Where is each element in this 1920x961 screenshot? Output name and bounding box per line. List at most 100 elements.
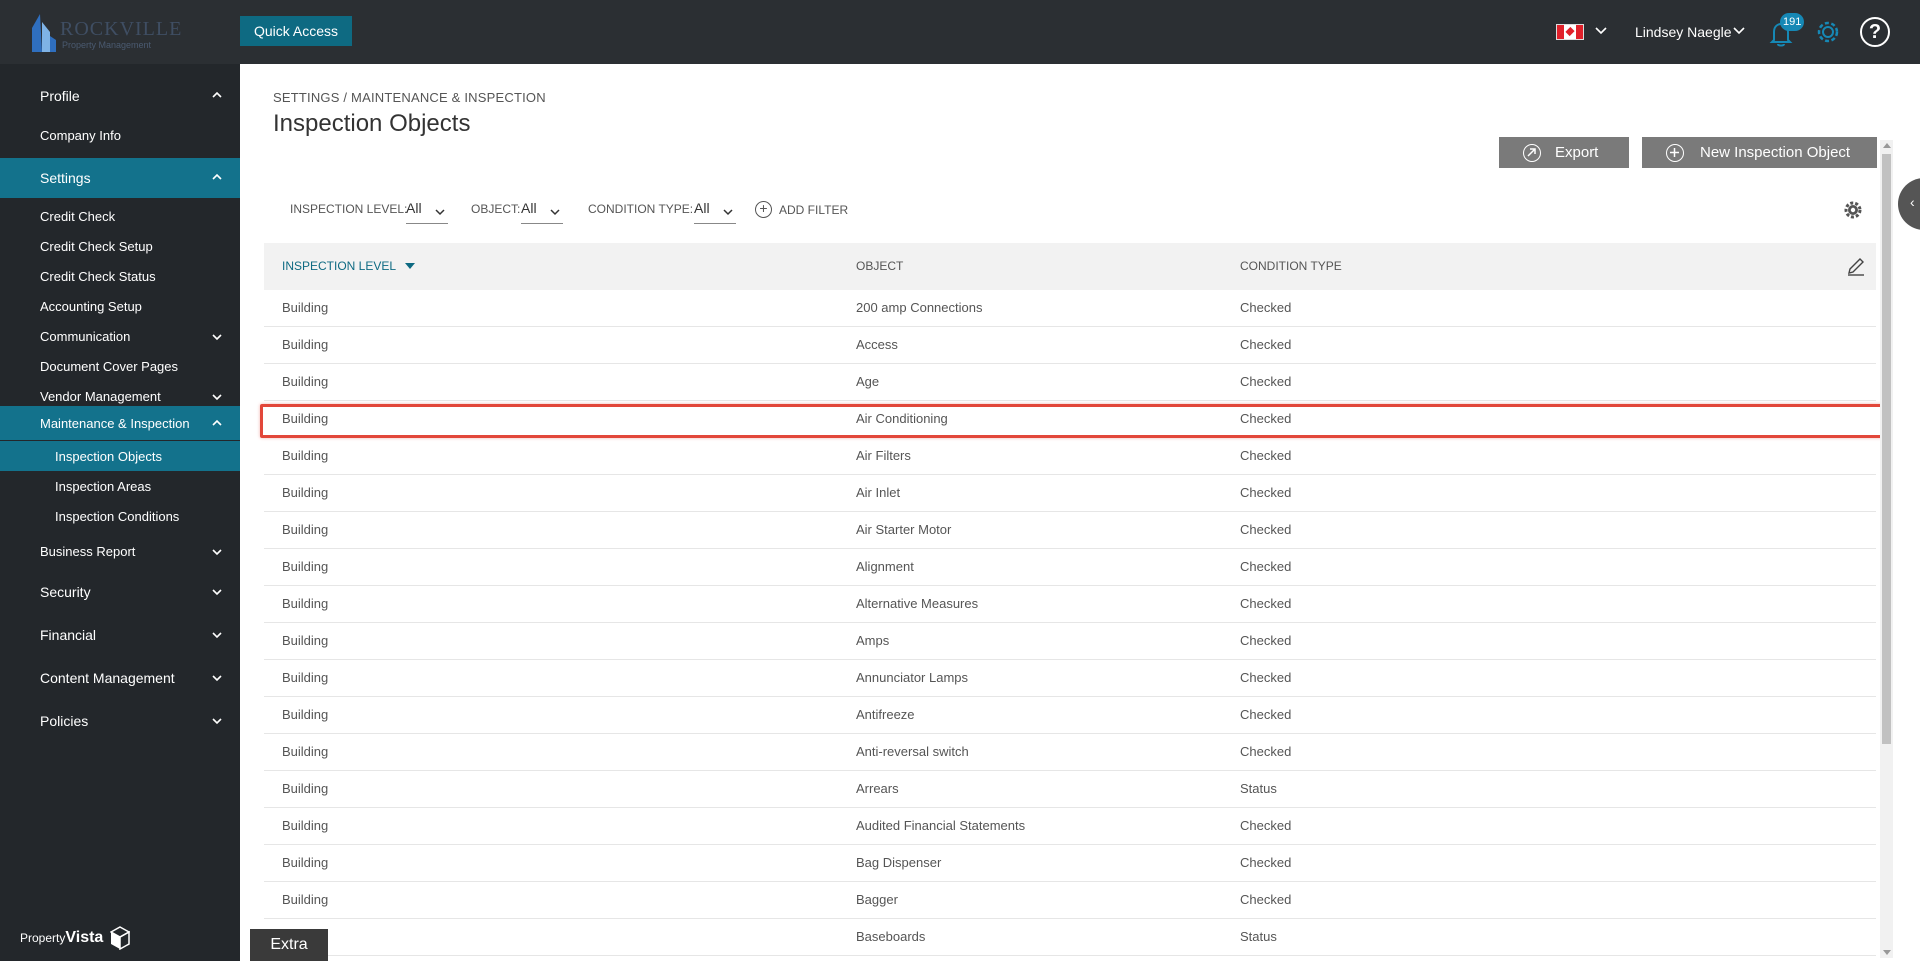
help-icon[interactable]: ?	[1860, 17, 1890, 47]
filter-value-dropdown[interactable]: All	[694, 200, 736, 224]
filter-value-dropdown[interactable]: All	[406, 200, 448, 224]
column-header-condition-type[interactable]: CONDITION TYPE	[1240, 259, 1342, 273]
sidebar-item-label: Business Report	[40, 544, 136, 559]
chevron-down-icon	[212, 675, 222, 682]
chevron-up-icon	[212, 419, 222, 426]
sidebar-item-document-cover-pages[interactable]: Document Cover Pages	[0, 351, 240, 381]
user-name-menu[interactable]: Lindsey Naegle	[1635, 24, 1732, 40]
sidebar-item-financial[interactable]: Financial	[0, 614, 240, 656]
sidebar-item-label: Inspection Objects	[55, 449, 162, 464]
table-row[interactable]: Building Air Starter Motor Checked	[264, 512, 1876, 549]
edit-pencil-icon[interactable]	[1846, 256, 1866, 276]
sidebar-item-label: Credit Check	[40, 209, 116, 224]
table-row[interactable]: Building Age Checked	[264, 364, 1876, 401]
cell-object: Alignment	[856, 559, 914, 574]
cell-inspection-level: Building	[282, 300, 329, 315]
sidebar-item-label: Document Cover Pages	[40, 359, 179, 374]
scrollbar-thumb[interactable]	[1882, 154, 1891, 744]
sidebar-item-policies[interactable]: Policies	[0, 700, 240, 742]
brand-text-vista: Vista	[65, 929, 104, 947]
sidebar-item-inspection-areas[interactable]: Inspection Areas	[0, 471, 240, 501]
table-settings-gear-icon[interactable]	[1842, 199, 1864, 221]
chevron-down-icon	[212, 394, 222, 401]
column-header-object[interactable]: OBJECT	[856, 259, 903, 273]
table-row[interactable]: Building Alternative Measures Checked	[264, 586, 1876, 623]
cell-object: Air Filters	[856, 448, 911, 463]
logo-text: ROCKVILLE	[60, 18, 183, 40]
sidebar-item-accounting-setup[interactable]: Accounting Setup	[0, 291, 240, 321]
export-arrow-icon	[1523, 144, 1541, 162]
chevron-down-icon	[212, 632, 222, 639]
scroll-up-arrow-icon[interactable]	[1883, 143, 1891, 148]
cell-inspection-level: Building	[282, 448, 329, 463]
cell-condition-type: Checked	[1240, 522, 1292, 537]
sidebar-item-business-report[interactable]: Business Report	[0, 533, 240, 569]
new-inspection-object-button[interactable]: New Inspection Object	[1642, 137, 1877, 168]
table-row[interactable]: Building Air Filters Checked	[264, 438, 1876, 475]
cell-inspection-level: Building	[282, 781, 329, 796]
sidebar-item-credit-check-status[interactable]: Credit Check Status	[0, 261, 240, 291]
extra-button[interactable]: Extra	[250, 929, 328, 961]
export-button[interactable]: Export	[1499, 137, 1629, 168]
cell-object: Age	[856, 374, 880, 389]
table-row[interactable]: Building 200 amp Connections Checked	[264, 290, 1876, 327]
table-row[interactable]: Building Antifreeze Checked	[264, 697, 1876, 734]
sidebar-item-credit-check-setup[interactable]: Credit Check Setup	[0, 231, 240, 261]
cell-object: Bag Dispenser	[856, 855, 942, 870]
table-row[interactable]: Building Air Inlet Checked	[264, 475, 1876, 512]
top-bar: ROCKVILLE Property Management Quick Acce…	[0, 0, 1920, 64]
sidebar-item-settings[interactable]: Settings	[0, 158, 240, 198]
table-row[interactable]: Building Bag Dispenser Checked	[264, 845, 1876, 882]
table-row[interactable]: Building Annunciator Lamps Checked	[264, 660, 1876, 697]
cell-object: Amps	[856, 633, 890, 648]
sidebar-item-inspection-conditions[interactable]: Inspection Conditions	[0, 501, 240, 531]
cell-inspection-level: Building	[282, 707, 329, 722]
quick-access-button[interactable]: Quick Access	[240, 16, 353, 46]
cell-condition-type: Status	[1240, 781, 1277, 796]
table-row[interactable]: Building Alignment Checked	[264, 549, 1876, 586]
table-row[interactable]: Baseboards Status	[264, 919, 1876, 956]
sidebar-item-profile[interactable]: Profile	[0, 74, 240, 116]
new-inspection-object-label: New Inspection Object	[1700, 144, 1851, 161]
chevron-down-icon[interactable]	[1732, 24, 1746, 38]
table-row[interactable]: Building Bagger Checked	[264, 882, 1876, 919]
scroll-down-arrow-icon[interactable]	[1883, 950, 1891, 955]
cell-condition-type: Checked	[1240, 892, 1292, 907]
breadcrumb[interactable]: SETTINGS / MAINTENANCE & INSPECTION	[273, 90, 546, 105]
cell-condition-type: Checked	[1240, 744, 1292, 759]
table-row[interactable]: Building Audited Financial Statements Chec…	[264, 808, 1876, 845]
sidebar-item-maintenance-inspection[interactable]: Maintenance & Inspection	[0, 406, 240, 440]
chevron-up-icon	[212, 173, 222, 180]
sidebar-item-security[interactable]: Security	[0, 571, 240, 613]
cell-object: Baseboards	[856, 929, 926, 944]
chevron-down-icon[interactable]	[1594, 24, 1608, 38]
sidebar-item-company-info[interactable]: Company Info	[0, 116, 240, 156]
sidebar-item-inspection-objects[interactable]: Inspection Objects	[0, 441, 240, 471]
table-row[interactable]: Building Arrears Status	[264, 771, 1876, 808]
sidebar-item-content-management[interactable]: Content Management	[0, 657, 240, 699]
sidebar-item-credit-check[interactable]: Credit Check	[0, 201, 240, 231]
brand-text-property: Property	[20, 931, 66, 946]
chevron-down-icon	[212, 549, 222, 556]
table-row[interactable]: Building Access Checked	[264, 327, 1876, 364]
sidebar-item-communication[interactable]: Communication	[0, 321, 240, 351]
sidebar-item-label: Company Info	[40, 128, 121, 143]
canada-flag-icon[interactable]	[1556, 24, 1584, 40]
sidebar-item-label: Inspection Areas	[55, 479, 152, 494]
side-panel-toggle[interactable]: ‹	[1898, 178, 1920, 230]
vertical-scrollbar[interactable]	[1880, 140, 1893, 958]
table-row[interactable]: Building Anti-reversal switch Checked	[264, 734, 1876, 771]
settings-gear-icon[interactable]	[1813, 17, 1843, 47]
column-header-label: INSPECTION LEVEL	[282, 259, 396, 273]
filter-value-dropdown[interactable]: All	[521, 200, 563, 224]
column-header-inspection-level[interactable]: INSPECTION LEVEL	[282, 259, 415, 273]
chevron-down-icon	[212, 334, 222, 341]
logo-building-icon	[32, 14, 56, 52]
table-row[interactable]: Building Amps Checked	[264, 623, 1876, 660]
chevron-down-icon	[212, 718, 222, 725]
cell-inspection-level: Building	[282, 522, 329, 537]
sidebar-item-label: Settings	[40, 170, 91, 186]
company-logo[interactable]: ROCKVILLE Property Management	[24, 8, 181, 54]
cell-object: Air Inlet	[856, 485, 901, 500]
cell-object: Antifreeze	[856, 707, 915, 722]
